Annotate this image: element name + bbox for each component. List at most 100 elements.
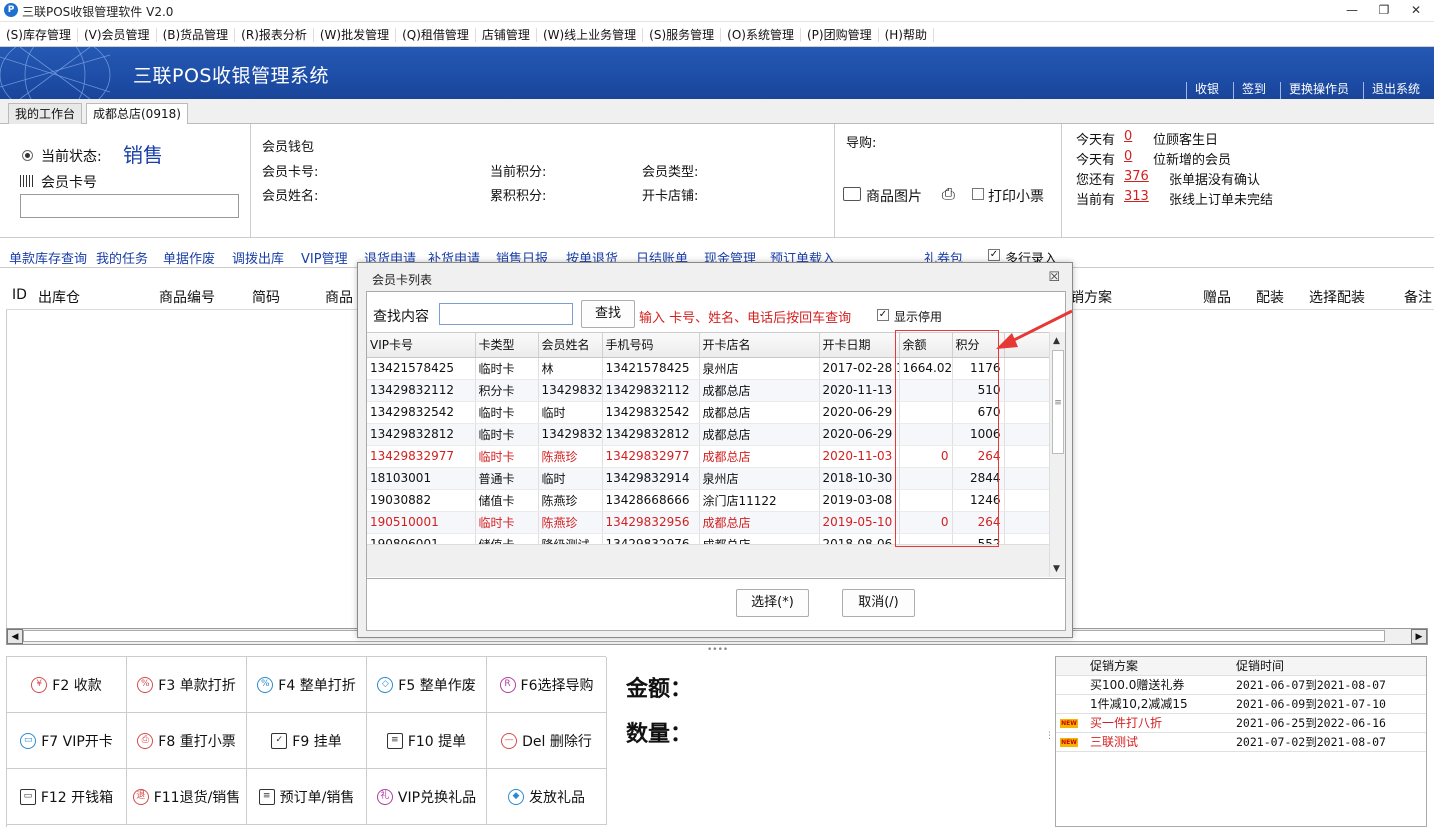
menu-item-help[interactable]: (H)帮助: [879, 27, 934, 42]
fn-key-label: F8 重打小票: [158, 733, 236, 750]
divider: [250, 124, 251, 238]
promotion-header: 促销方案 促销时间: [1056, 657, 1426, 676]
show-disabled-checkbox[interactable]: ✓: [877, 309, 889, 321]
scroll-down-icon[interactable]: ▼: [1053, 564, 1060, 574]
menu-item-wholesale[interactable]: (W)批发管理: [314, 27, 397, 42]
promotion-row[interactable]: NEW 三联测试 2021-07-02到2021-08-07: [1056, 733, 1426, 752]
cancel-button[interactable]: 取消(/): [842, 589, 915, 617]
multi-entry-checkbox[interactable]: ✓: [988, 249, 1000, 261]
new-member-count-link[interactable]: 0: [1124, 149, 1132, 164]
birthday-count-link[interactable]: 0: [1124, 129, 1132, 144]
select-button[interactable]: 选择(*): [736, 589, 809, 617]
col-warehouse[interactable]: 出库仓: [38, 287, 80, 307]
cell-phone: 13429832956: [602, 511, 700, 534]
search-button[interactable]: 查找: [581, 300, 635, 328]
cell-phone: 13429832976: [602, 533, 700, 544]
fn-key-delete-row[interactable]: — Del 删除行: [487, 713, 607, 769]
col-id[interactable]: ID: [12, 287, 27, 303]
fn-key-preorder-sale[interactable]: ≡ 预订单/销售: [247, 769, 367, 825]
fn-key-hold-bill[interactable]: ✓ F9 挂单: [247, 713, 367, 769]
close-button[interactable]: ✕: [1406, 2, 1426, 18]
menu-item-inventory[interactable]: (S)库存管理: [0, 27, 78, 42]
col-select-kit[interactable]: 选择配装: [1309, 287, 1365, 307]
delete-row-icon: —: [501, 732, 518, 749]
col-short-code[interactable]: 简码: [252, 287, 280, 307]
link-my-tasks[interactable]: 我的任务: [96, 248, 148, 267]
minimize-button[interactable]: —: [1342, 2, 1362, 18]
scroll-right-icon[interactable]: ▶: [1411, 629, 1427, 644]
menu-item-member[interactable]: (V)会员管理: [78, 27, 157, 42]
menu-item-reports[interactable]: (R)报表分析: [235, 27, 314, 42]
link-vip-manage[interactable]: VIP管理: [301, 248, 348, 267]
cell-filler: [1004, 357, 1049, 380]
checkout-link[interactable]: 收银: [1185, 82, 1233, 99]
link-stock-query[interactable]: 单款库存查询: [9, 248, 87, 267]
online-order-count-link[interactable]: 313: [1124, 189, 1149, 204]
col-open-date[interactable]: 开卡日期: [819, 333, 900, 358]
link-void-bill[interactable]: 单据作废: [163, 248, 215, 267]
col-product-code[interactable]: 商品编号: [159, 287, 215, 307]
col-card-type[interactable]: 卡类型: [475, 333, 539, 358]
vertical-scrollbar[interactable]: ▲ ≡ ▼: [1049, 332, 1065, 577]
menu-item-goods[interactable]: (B)货品管理: [157, 27, 236, 42]
col-vip-no[interactable]: VIP卡号: [367, 333, 476, 358]
unconfirmed-count-link[interactable]: 376: [1124, 169, 1149, 184]
restore-button[interactable]: ❐: [1374, 2, 1394, 18]
fn-key-issue-gift[interactable]: ◆ 发放礼品: [487, 769, 607, 825]
promotion-row[interactable]: NEW 买一件打八折 2021-06-25到2022-06-16: [1056, 714, 1426, 733]
menu-item-system[interactable]: (O)系统管理: [721, 27, 801, 42]
cell-date: 2018-10-30: [819, 467, 900, 490]
menu-item-stores[interactable]: 店铺管理: [476, 27, 537, 42]
menu-item-group-buy[interactable]: (P)团购管理: [801, 27, 879, 42]
promotion-time: 2021-06-07到2021-08-07: [1236, 678, 1386, 692]
fn-key-reprint-receipt[interactable]: ⎙ F8 重打小票: [127, 713, 247, 769]
cell-shop: 成都总店: [699, 379, 820, 402]
product-image-button[interactable]: 商品图片: [866, 186, 922, 206]
tab-chengdu-store[interactable]: 成都总店(0918): [86, 103, 188, 125]
fn-key-bill-discount[interactable]: % F4 整单打折: [247, 657, 367, 713]
link-transfer-out[interactable]: 调拨出库: [232, 248, 284, 267]
menu-item-rental[interactable]: (Q)租借管理: [396, 27, 476, 42]
highlight-box: [895, 330, 999, 547]
menu-item-service[interactable]: (S)服务管理: [643, 27, 722, 42]
exit-system-link[interactable]: 退出系统: [1362, 82, 1434, 99]
dialog-close-icon[interactable]: ☒: [1048, 270, 1060, 285]
print-receipt-checkbox[interactable]: [972, 188, 984, 200]
fn-key-checkout[interactable]: ¥ F2 收款: [7, 657, 127, 713]
tab-workbench[interactable]: 我的工作台: [8, 103, 83, 124]
fn-key-vip-redeem-gift[interactable]: 礼 VIP兑换礼品: [367, 769, 487, 825]
splitter-grip-icon[interactable]: ••••: [707, 645, 728, 655]
col-phone[interactable]: 手机号码: [602, 333, 700, 358]
sign-in-link[interactable]: 签到: [1232, 82, 1280, 99]
scroll-left-icon[interactable]: ◀: [7, 629, 23, 644]
promotion-row[interactable]: 买100.0赠送礼券 2021-06-07到2021-08-07: [1056, 676, 1426, 695]
card-number-input[interactable]: [20, 194, 239, 218]
fn-key-return-sale[interactable]: 退 F11退货/销售: [127, 769, 247, 825]
col-gift[interactable]: 赠品: [1203, 287, 1231, 307]
col-product[interactable]: 商品: [325, 287, 353, 307]
col-promotion[interactable]: 销方案: [1070, 287, 1112, 307]
search-input[interactable]: [439, 303, 573, 325]
status-radio[interactable]: [22, 150, 33, 161]
col-remark[interactable]: 备注: [1404, 287, 1432, 307]
col-shop[interactable]: 开卡店名: [699, 333, 820, 358]
fn-key-open-cash-drawer[interactable]: ▭ F12 开钱箱: [7, 769, 127, 825]
fn-key-retrieve-bill[interactable]: ≡ F10 提单: [367, 713, 487, 769]
splitter-grip-icon[interactable]: ⋮: [1045, 731, 1054, 741]
fn-key-select-guide[interactable]: R F6选择导购: [487, 657, 607, 713]
col-member-name[interactable]: 会员姓名: [538, 333, 603, 358]
image-icon: [843, 187, 861, 201]
change-operator-link[interactable]: 更换操作员: [1279, 82, 1363, 99]
promotion-row[interactable]: 1件减10,2减减15 2021-06-09到2021-07-10: [1056, 695, 1426, 714]
menu-item-online[interactable]: (W)线上业务管理: [537, 27, 644, 42]
cell-type: 临时卡: [475, 357, 539, 380]
cell-type: 临时卡: [475, 401, 539, 424]
cell-phone: 13429832812: [602, 423, 700, 446]
fn-key-void-bill[interactable]: ◇ F5 整单作废: [367, 657, 487, 713]
status-value: 销售: [123, 143, 163, 167]
scroll-thumb[interactable]: ≡: [1052, 350, 1064, 454]
fn-key-item-discount[interactable]: % F3 单款打折: [127, 657, 247, 713]
col-kit[interactable]: 配装: [1256, 287, 1284, 307]
notice-row: 您还有 376 张单据没有确认: [1076, 169, 1261, 188]
fn-key-vip-open-card[interactable]: ▭ F7 VIP开卡: [7, 713, 127, 769]
